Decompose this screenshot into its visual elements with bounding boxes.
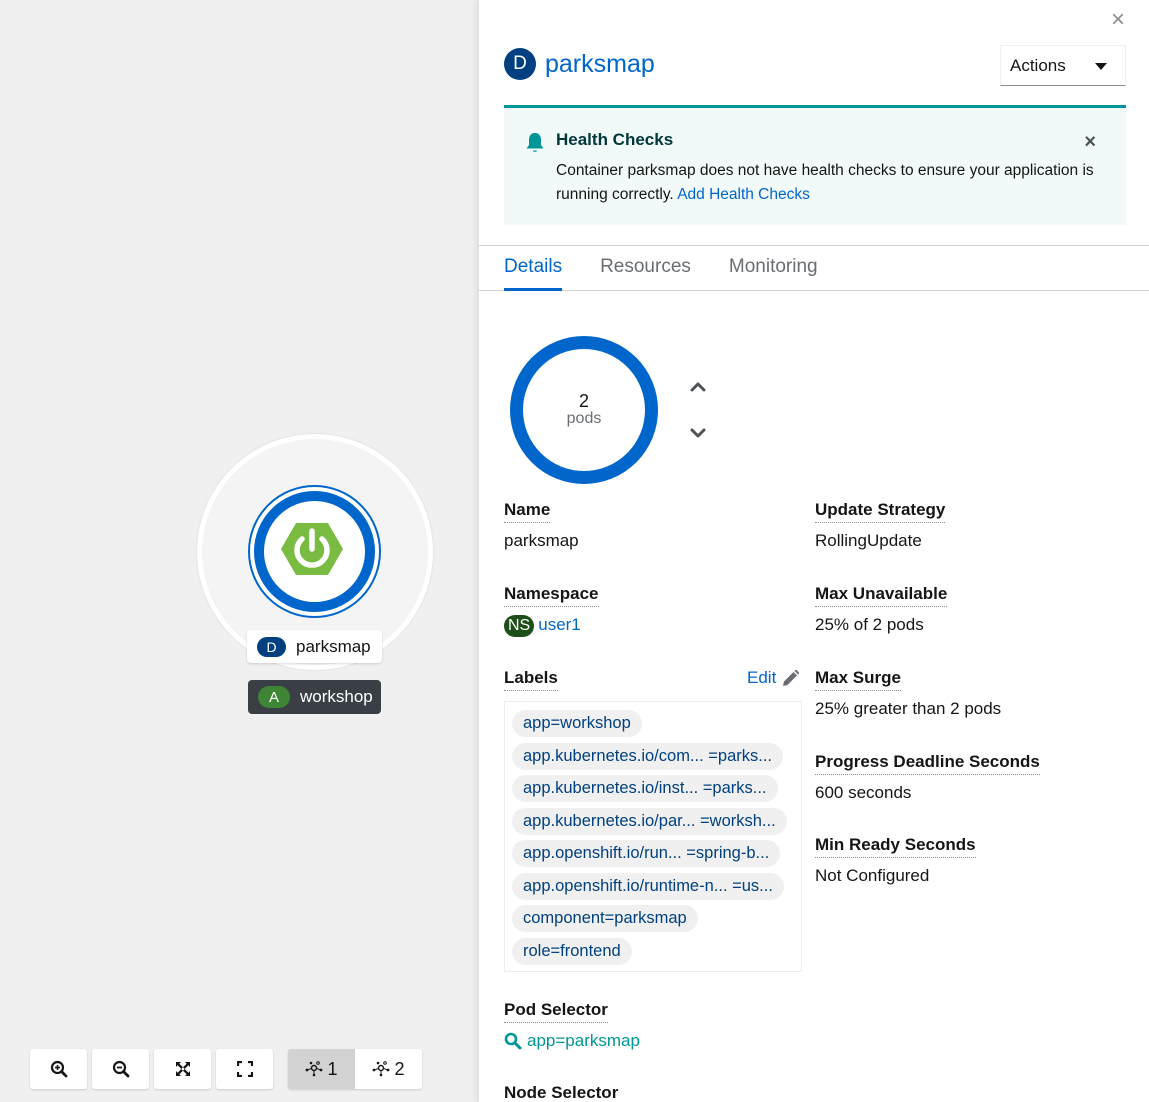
label-chip[interactable]: role=frontend	[512, 937, 632, 965]
max-unavailable-value: 25% of 2 pods	[815, 615, 924, 634]
max-surge-label: Max Surge	[815, 668, 901, 691]
detail-update-strategy: Update Strategy RollingUpdate	[815, 500, 946, 551]
tab-monitoring[interactable]: Monitoring	[729, 246, 818, 291]
label-chip[interactable]: app.kubernetes.io/par... =worksh...	[512, 807, 787, 835]
deployment-node[interactable]	[248, 485, 381, 618]
update-strategy-label: Update Strategy	[815, 500, 946, 523]
pod-unit: pods	[566, 410, 602, 427]
panel-tabs: Details Resources Monitoring	[479, 245, 1149, 291]
name-label: Name	[504, 500, 551, 523]
zoom-out-icon	[112, 1060, 129, 1078]
actions-label: Actions	[1010, 55, 1066, 75]
detail-namespace: Namespace NS user1	[504, 584, 599, 637]
layout-2-label: 2	[394, 1058, 405, 1079]
search-icon	[504, 1032, 522, 1050]
bell-icon	[526, 133, 544, 152]
edit-labels-button[interactable]: Edit	[747, 668, 800, 688]
angle-down-icon	[690, 428, 706, 438]
namespace-value: NS user1	[504, 615, 599, 637]
tab-resources[interactable]: Resources	[600, 246, 691, 291]
add-health-checks-link[interactable]: Add Health Checks	[677, 186, 810, 203]
node-selector-label: Node Selector	[504, 1083, 618, 1102]
resource-title-link[interactable]: parksmap	[545, 50, 655, 79]
topology-layout-icon	[373, 1061, 390, 1077]
max-unavailable-label: Max Unavailable	[815, 584, 948, 607]
zoom-in-button[interactable]	[30, 1049, 87, 1089]
reset-view-button[interactable]	[216, 1049, 273, 1089]
zoom-out-button[interactable]	[92, 1049, 149, 1089]
caret-down-icon	[1095, 63, 1107, 70]
alert-title: Health Checks	[556, 130, 674, 149]
layout-1-label: 1	[327, 1058, 338, 1079]
pencil-icon	[783, 669, 800, 686]
detail-progress-deadline: Progress Deadline Seconds 600 seconds	[815, 752, 1040, 803]
min-ready-value: Not Configured	[815, 866, 930, 885]
label-chip[interactable]: component=parksmap	[512, 905, 698, 932]
detail-max-surge: Max Surge 25% greater than 2 pods	[815, 668, 1001, 719]
layout-2-button[interactable]: 2	[355, 1049, 422, 1089]
detail-min-ready: Min Ready Seconds Not Configured	[815, 835, 976, 886]
fullscreen-icon	[236, 1061, 253, 1077]
label-chip[interactable]: app.kubernetes.io/inst... =parks...	[512, 775, 778, 802]
pod-count: 2	[578, 391, 589, 411]
edit-label: Edit	[747, 668, 777, 687]
application-label[interactable]: A workshop	[248, 680, 381, 714]
update-strategy-value: RollingUpdate	[815, 531, 922, 550]
health-checks-alert: Health Checks × Container parksmap does …	[504, 105, 1126, 225]
alert-message: Container parksmap does not have health …	[556, 162, 1094, 203]
label-chip[interactable]: app.openshift.io/run... =spring-b...	[512, 840, 781, 867]
alert-body: Container parksmap does not have health …	[556, 159, 1116, 207]
detail-node-selector: Node Selector	[504, 1083, 618, 1102]
node-name: parksmap	[296, 636, 371, 656]
actions-dropdown[interactable]: Actions	[1000, 45, 1126, 86]
detail-max-unavailable: Max Unavailable 25% of 2 pods	[815, 584, 948, 635]
zoom-in-icon	[50, 1060, 67, 1078]
topology-toolbar: 1 2	[30, 1049, 422, 1089]
deployment-badge: D	[504, 48, 536, 80]
node-label[interactable]: D parksmap	[247, 630, 382, 663]
scale-down-button[interactable]	[687, 422, 709, 444]
application-name: workshop	[300, 687, 373, 706]
layout-1-button[interactable]: 1	[288, 1049, 355, 1089]
side-panel: × D parksmap Actions Health Checks × Con…	[479, 0, 1149, 1102]
max-surge-value: 25% greater than 2 pods	[815, 699, 1002, 718]
deployment-badge: D	[257, 636, 286, 657]
pod-selector-value: app=parksmap	[527, 1031, 640, 1050]
angle-up-icon	[690, 382, 706, 392]
labels-label: Labels	[504, 668, 558, 691]
alert-close-button[interactable]: ×	[1084, 132, 1096, 152]
layout-toggle-group: 1 2	[288, 1049, 422, 1089]
progress-deadline-value: 600 seconds	[815, 783, 912, 802]
label-chip[interactable]: app.kubernetes.io/com... =parks...	[512, 742, 784, 770]
detail-pod-selector: Pod Selector app=parksmap	[504, 1000, 640, 1051]
label-chip[interactable]: app=workshop	[512, 710, 642, 737]
panel-header: D parksmap	[504, 48, 655, 80]
expand-icon	[175, 1062, 190, 1076]
detail-name: Name parksmap	[504, 500, 579, 551]
name-value: parksmap	[504, 531, 579, 550]
namespace-badge: NS	[504, 615, 535, 637]
application-badge: A	[258, 686, 290, 708]
topology-layout-icon	[306, 1061, 323, 1077]
spring-boot-icon	[281, 523, 343, 575]
tab-details[interactable]: Details	[504, 246, 563, 291]
pod-selector-label: Pod Selector	[504, 1000, 608, 1023]
detail-labels: Labels	[504, 668, 558, 691]
label-chip[interactable]: app.openshift.io/runtime-n... =us...	[512, 872, 784, 900]
namespace-link[interactable]: user1	[538, 615, 581, 634]
min-ready-label: Min Ready Seconds	[815, 835, 976, 858]
close-panel-button[interactable]: ×	[1111, 8, 1125, 32]
fit-to-screen-button[interactable]	[154, 1049, 211, 1089]
progress-deadline-label: Progress Deadline Seconds	[815, 752, 1040, 775]
namespace-label: Namespace	[504, 584, 599, 607]
scale-up-button[interactable]	[687, 376, 709, 398]
close-icon: ×	[1110, 6, 1125, 33]
pod-selector-link[interactable]: app=parksmap	[504, 1031, 640, 1051]
topology-canvas[interactable]: D parksmap A workshop 1 2	[0, 0, 479, 1102]
pod-count-donut: 2 pods	[510, 336, 658, 484]
close-icon: ×	[1084, 131, 1096, 153]
labels-list: app=workshop app.kubernetes.io/com... =p…	[504, 701, 802, 972]
